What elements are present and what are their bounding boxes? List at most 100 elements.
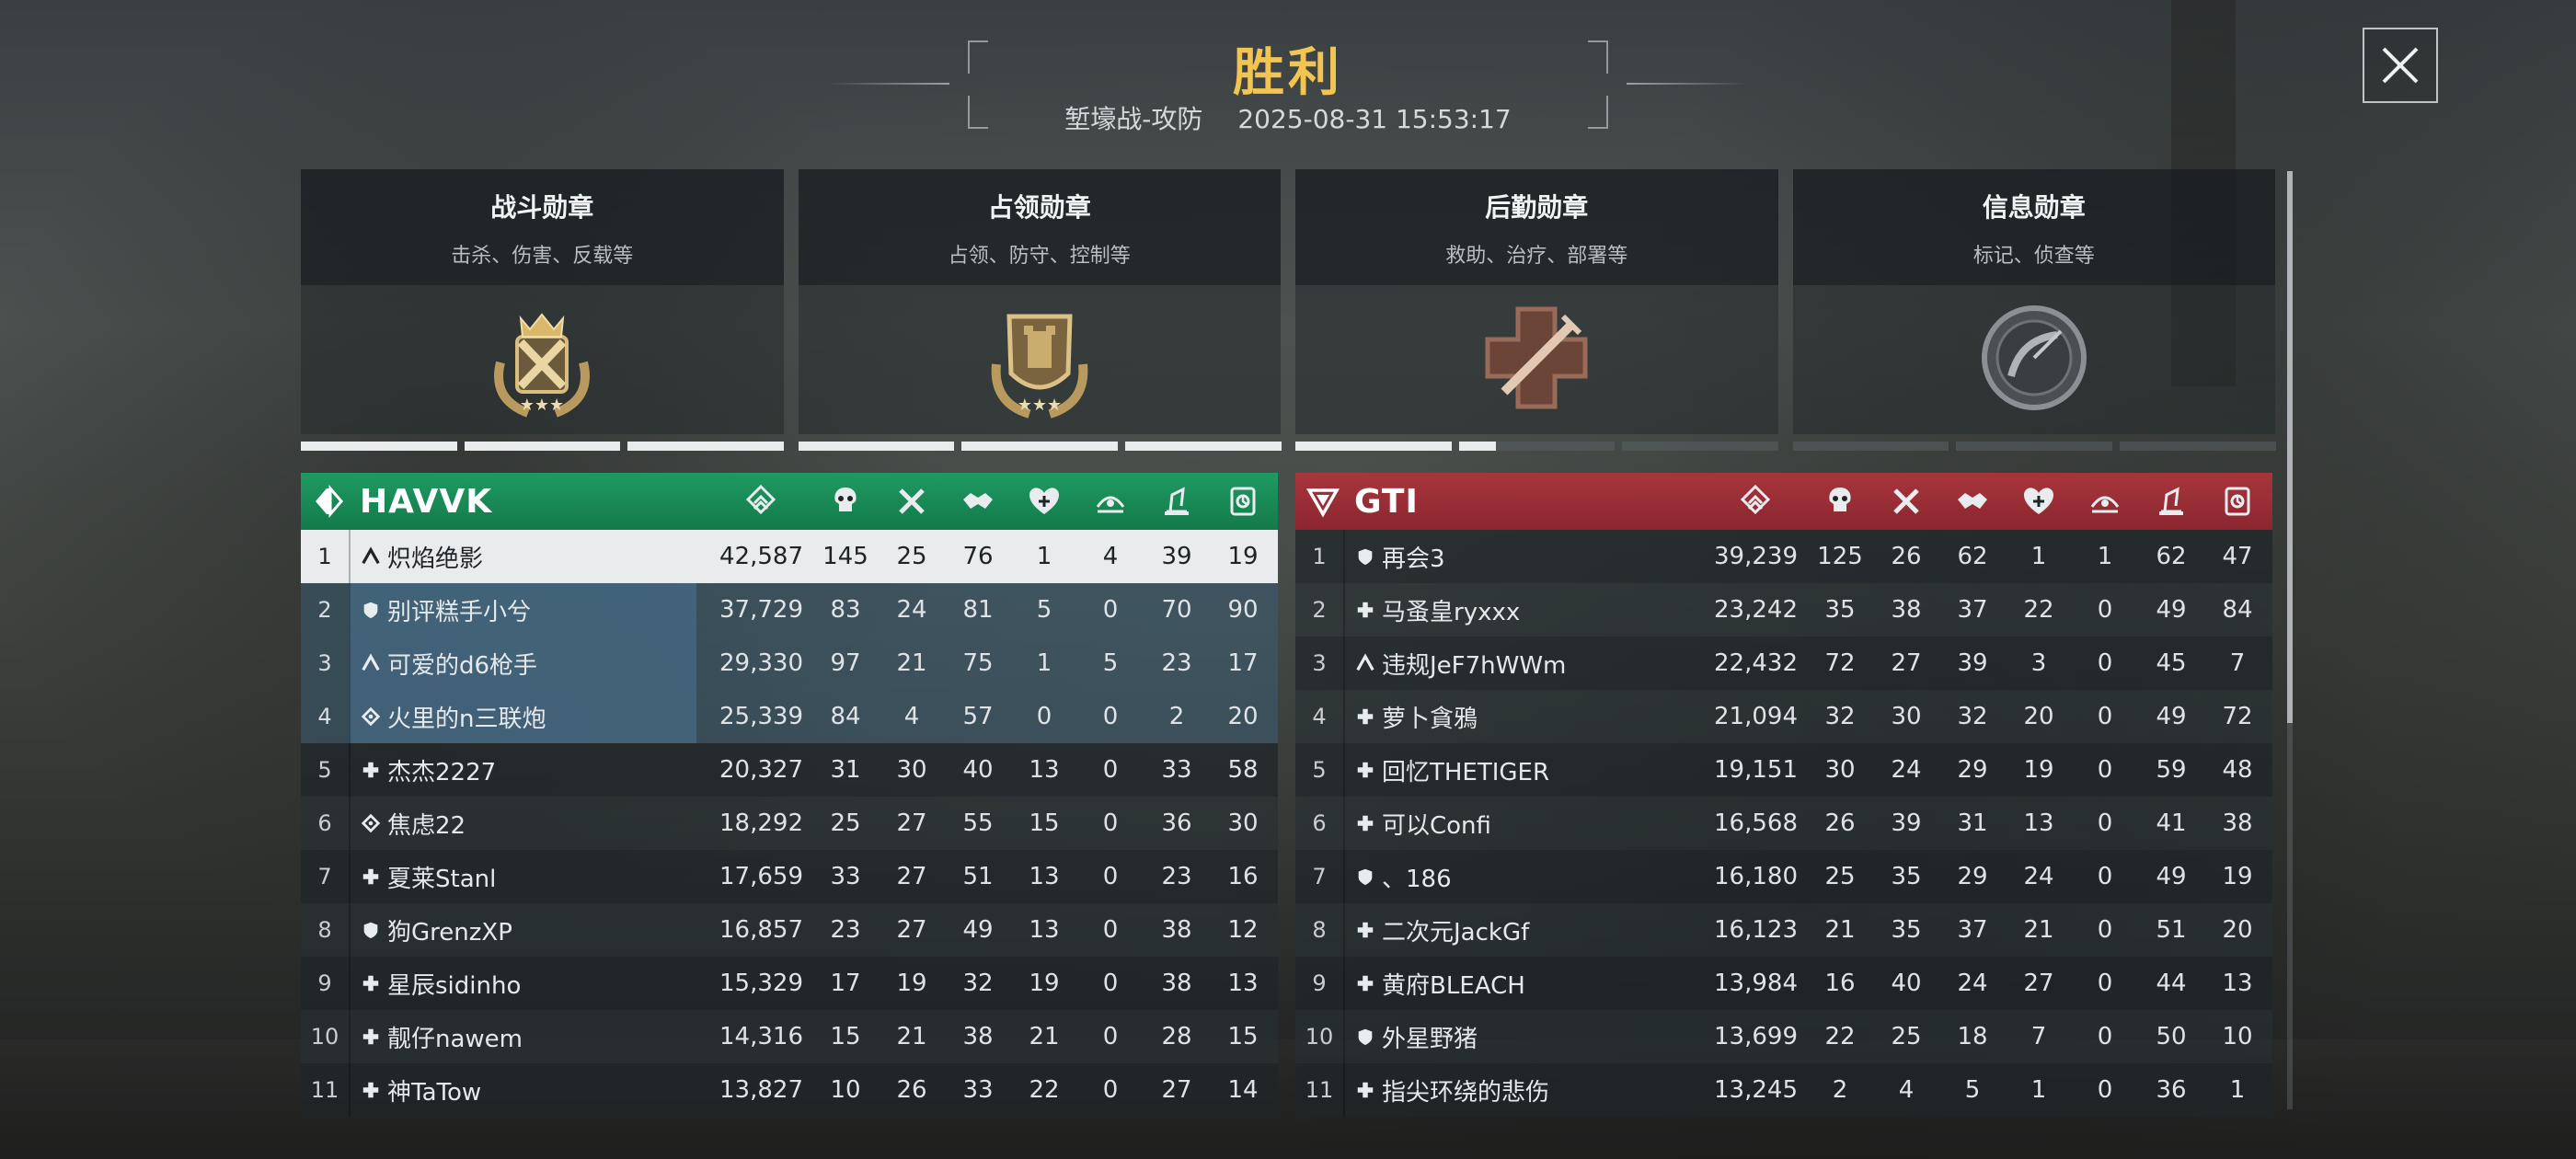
combat-medal-icon: ★★★ — [473, 289, 611, 430]
player-assists: 62 — [1957, 543, 1988, 570]
medal-progress-fill — [961, 442, 1118, 451]
intel-icon — [2220, 484, 2255, 519]
player-builds: 41 — [2156, 809, 2187, 837]
player-builds: 36 — [1161, 809, 1192, 837]
player-name: 违规JeF7hWWm — [1382, 651, 1567, 680]
medal-card[interactable]: 占领勋章 占领、防守、控制等 ★★★ — [798, 169, 1282, 451]
player-assists: 29 — [1957, 756, 1988, 784]
player-row[interactable]: 11 神TaTow 13,827 10 26 33 22 0 27 14 — [301, 1063, 1278, 1117]
player-row[interactable]: 6 焦虑22 18,292 25 27 55 15 0 36 30 — [301, 797, 1278, 850]
deaths-icon — [894, 484, 929, 519]
player-rank: 8 — [1312, 917, 1327, 943]
player-name-cell: 炽焰绝影 — [349, 530, 696, 583]
player-assists: 37 — [1957, 596, 1988, 624]
player-rank: 10 — [1305, 1024, 1334, 1050]
medal-card[interactable]: 战斗勋章 击杀、伤害、反载等 ★★★ — [301, 169, 785, 451]
player-row[interactable]: 8 二次元JackGf 16,123 21 35 37 21 0 51 20 — [1295, 903, 2272, 957]
player-row[interactable]: 5 杰杰2227 20,327 31 30 40 13 0 33 58 — [301, 743, 1278, 797]
player-row[interactable]: 1 再会3 39,239 125 26 62 1 1 62 47 — [1295, 530, 2272, 583]
medal-artwork — [1295, 285, 1778, 434]
capture-icon — [1093, 484, 1128, 519]
player-score: 16,568 — [1714, 809, 1798, 837]
player-row[interactable]: 7 夏莱Stanl 17,659 33 27 51 13 0 23 16 — [301, 850, 1278, 903]
player-row[interactable]: 4 萝卜貪鴉 21,094 32 30 32 20 0 49 72 — [1295, 690, 2272, 743]
medic-class-icon — [1354, 759, 1376, 781]
player-name-cell: 靓仔nawem — [349, 1010, 696, 1063]
team-scoreboard-left: HAVVK 1 炽焰绝影 42,587 145 25 76 1 4 39 19 2 别评糕手小兮 37,7… — [301, 473, 1278, 1117]
revive-icon — [1027, 484, 1062, 519]
player-name: 焦虑22 — [387, 811, 466, 840]
player-row[interactable]: 6 可以Confi 16,568 26 39 31 13 0 41 38 — [1295, 797, 2272, 850]
player-name: 、186 — [1382, 865, 1452, 893]
player-row[interactable]: 9 黄府BLEACH 13,984 16 40 24 27 0 44 13 — [1295, 957, 2272, 1010]
medal-progress-segment — [464, 442, 621, 451]
player-intel: 19 — [2222, 863, 2253, 890]
recon-class-icon — [360, 706, 382, 728]
medal-progress-segment — [798, 442, 955, 451]
logistics-medal-icon — [1467, 289, 1605, 430]
close-button[interactable] — [2363, 28, 2438, 103]
player-captures: 4 — [1102, 543, 1119, 570]
player-score: 14,316 — [719, 1023, 803, 1050]
player-row[interactable]: 4 火里的n三联炮 25,339 84 4 57 0 0 2 20 — [301, 690, 1278, 743]
player-intel: 13 — [2222, 970, 2253, 997]
medic-class-icon — [1354, 972, 1376, 994]
player-rank: 9 — [317, 970, 332, 996]
player-row[interactable]: 5 回忆THETIGER 19,151 30 24 29 19 0 59 48 — [1295, 743, 2272, 797]
assault-class-icon — [360, 652, 382, 674]
support-class-icon — [360, 599, 382, 621]
player-name-cell: 别评糕手小兮 — [349, 583, 696, 637]
player-row[interactable]: 3 可爱的d6枪手 29,330 97 21 75 1 5 23 17 — [301, 637, 1278, 690]
scrollbar-thumb[interactable] — [2287, 171, 2293, 723]
player-row[interactable]: 9 星辰sidinho 15,329 17 19 32 19 0 38 13 — [301, 957, 1278, 1010]
player-revives: 1 — [2030, 543, 2047, 570]
player-captures: 0 — [1102, 1023, 1119, 1050]
player-score: 16,123 — [1714, 916, 1798, 944]
player-rank: 11 — [310, 1077, 339, 1103]
player-kills: 23 — [830, 916, 861, 944]
medal-card[interactable]: 后勤勋章 救助、治疗、部署等 — [1295, 169, 1779, 451]
player-name: 靓仔nawem — [387, 1025, 523, 1053]
player-captures: 0 — [2097, 970, 2113, 997]
player-row[interactable]: 10 靓仔nawem 14,316 15 21 38 21 0 28 15 — [301, 1010, 1278, 1063]
player-assists: 40 — [962, 756, 994, 784]
player-intel: 1 — [2229, 1076, 2246, 1104]
player-rank: 11 — [1305, 1077, 1334, 1103]
player-intel: 38 — [2222, 809, 2253, 837]
player-builds: 36 — [2156, 1076, 2187, 1104]
player-kills: 22 — [1824, 1023, 1856, 1050]
player-row[interactable]: 2 马蚤皇ryxxx 23,242 35 38 37 22 0 49 84 — [1295, 583, 2272, 637]
player-captures: 0 — [2097, 1076, 2113, 1104]
player-builds: 45 — [2156, 649, 2187, 677]
player-name-cell: 指尖环绕的悲伤 — [1343, 1063, 1691, 1117]
player-row[interactable]: 8 狗GrenzXP 16,857 23 27 49 13 0 38 12 — [301, 903, 1278, 957]
team-scoreboard-right: GTI 1 再会3 39,239 125 26 62 1 1 62 47 2 马蚤皇ryxxx 23,24… — [1295, 473, 2272, 1117]
player-row[interactable]: 11 指尖环绕的悲伤 13,245 2 4 5 1 0 36 1 — [1295, 1063, 2272, 1117]
player-captures: 0 — [2097, 916, 2113, 944]
player-row[interactable]: 2 别评糕手小兮 37,729 83 24 81 5 0 70 90 — [301, 583, 1278, 637]
match-datetime: 2025-08-31 15:53:17 — [1237, 104, 1512, 134]
player-kills: 21 — [1824, 916, 1856, 944]
player-revives: 1 — [1036, 543, 1052, 570]
player-rank: 4 — [1312, 704, 1327, 729]
player-row[interactable]: 10 外星野猪 13,699 22 25 18 7 0 50 10 — [1295, 1010, 2272, 1063]
medal-name: 战斗勋章 — [490, 192, 594, 223]
player-captures: 0 — [1102, 703, 1119, 730]
assists-icon — [1955, 484, 1990, 519]
player-intel: 16 — [1227, 863, 1259, 890]
intel-icon — [1225, 484, 1260, 519]
player-deaths: 40 — [1891, 970, 1922, 997]
player-deaths: 27 — [896, 916, 927, 944]
medal-card[interactable]: 信息勋章 标记、侦查等 — [1792, 169, 2276, 451]
player-builds: 50 — [2156, 1023, 2187, 1050]
player-deaths: 26 — [1891, 543, 1922, 570]
player-assists: 39 — [1957, 649, 1988, 677]
player-kills: 10 — [830, 1076, 861, 1104]
medal-progress — [301, 442, 785, 451]
player-revives: 5 — [1036, 596, 1052, 624]
player-row[interactable]: 3 违规JeF7hWWm 22,432 72 27 39 3 0 45 7 — [1295, 637, 2272, 690]
player-revives: 7 — [2030, 1023, 2047, 1050]
player-row[interactable]: 7 、186 16,180 25 35 29 24 0 49 19 — [1295, 850, 2272, 903]
player-builds: 27 — [1161, 1076, 1192, 1104]
player-row[interactable]: 1 炽焰绝影 42,587 145 25 76 1 4 39 19 — [301, 530, 1278, 583]
